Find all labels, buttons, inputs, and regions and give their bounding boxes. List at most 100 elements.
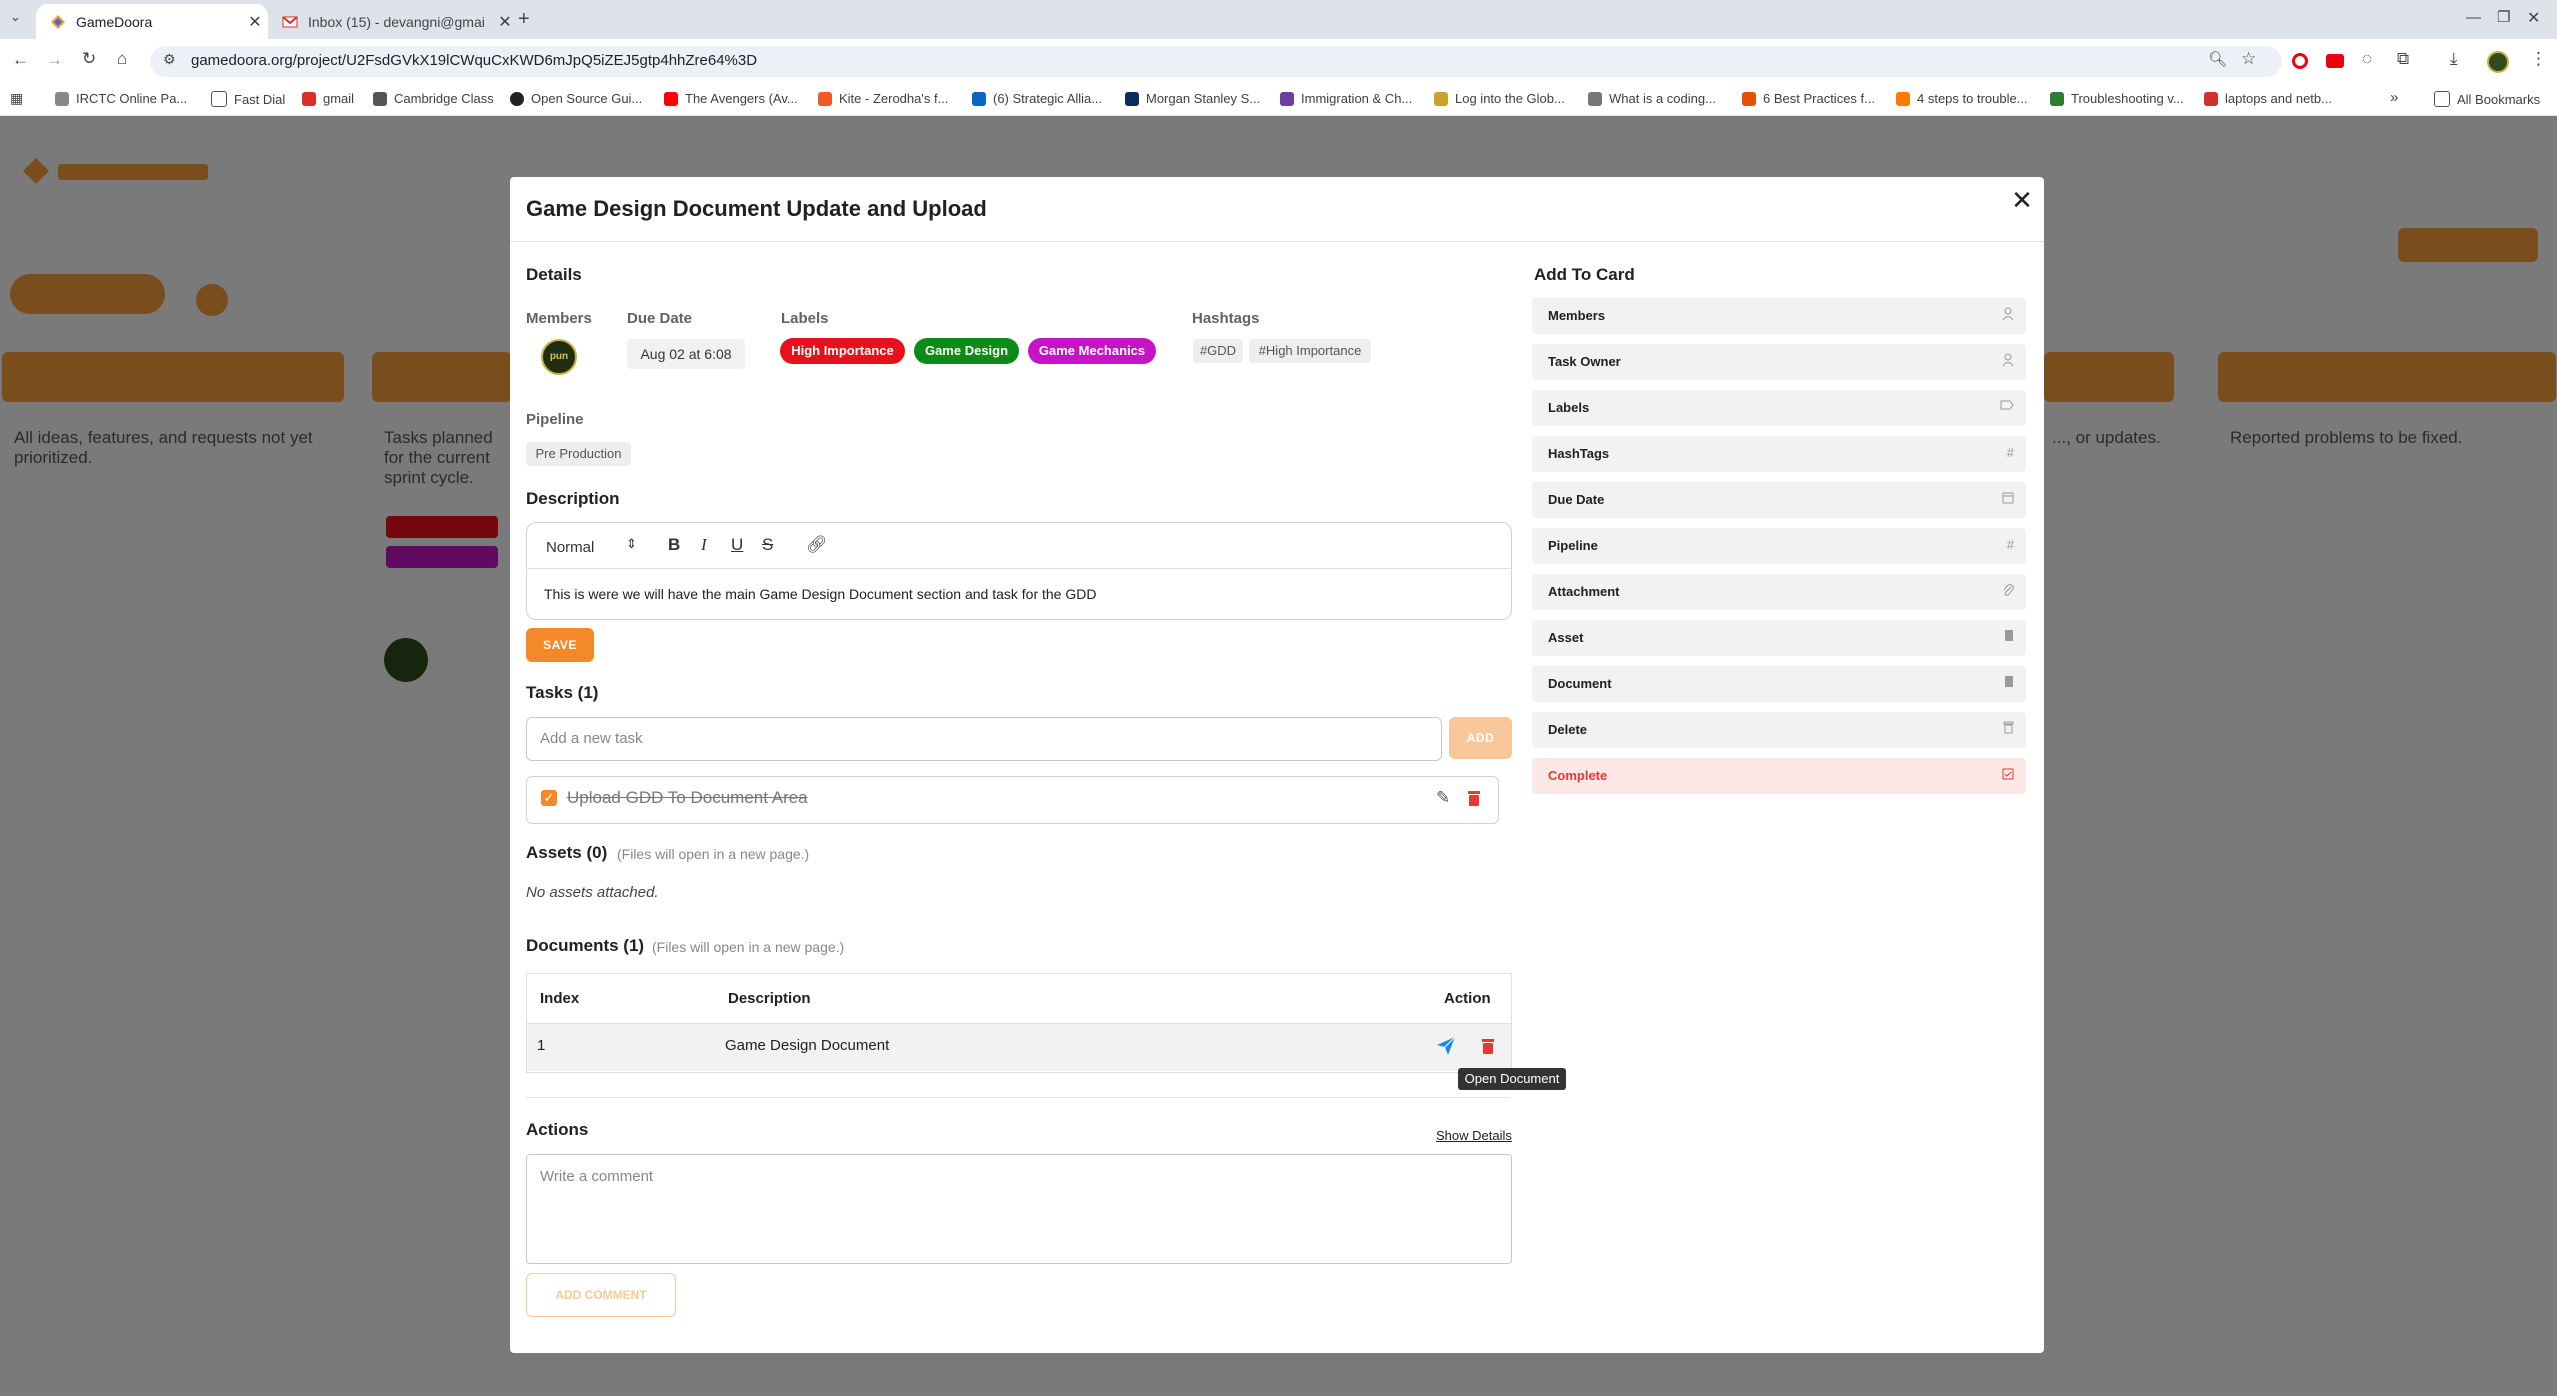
edit-task-icon[interactable]: ✎ xyxy=(1436,788,1450,808)
sidebar-item-labels[interactable]: Labels xyxy=(1532,390,2026,426)
add-to-card-heading: Add To Card xyxy=(1534,265,1635,284)
profile-avatar[interactable] xyxy=(2487,51,2509,73)
linkedin-icon xyxy=(972,91,986,106)
hashtag-chip[interactable]: #GDD xyxy=(1193,339,1243,363)
bookmark-item[interactable]: Troubleshooting v... xyxy=(2050,91,2184,106)
tab-inbox[interactable]: Inbox (15) - devangni@gmai ✕ xyxy=(268,4,518,39)
sidebar-item-complete[interactable]: Complete xyxy=(1532,758,2026,794)
sidebar-item-delete[interactable]: Delete xyxy=(1532,712,2026,748)
label-chip-high-importance[interactable]: High Importance xyxy=(780,338,905,364)
label-icon xyxy=(2000,399,2014,411)
sidebar-item-members[interactable]: Members xyxy=(1532,298,2026,334)
bookmark-item[interactable]: gmail xyxy=(302,91,354,106)
sidebar-item-asset[interactable]: Asset xyxy=(1532,620,2026,656)
bookmark-item[interactable]: (6) Strategic Allia... xyxy=(972,91,1102,106)
close-icon[interactable]: ✕ xyxy=(2008,186,2036,214)
new-task-placeholder: Add a new task xyxy=(540,730,643,747)
bookmark-item[interactable]: Immigration & Ch... xyxy=(1280,91,1412,106)
underline-icon[interactable]: U xyxy=(731,535,743,555)
strikethrough-icon[interactable]: S xyxy=(762,535,773,555)
chrome-menu-icon[interactable]: ⋮ xyxy=(2530,49,2547,69)
due-date-value[interactable]: Aug 02 at 6:08 xyxy=(627,339,745,369)
puzzle-extensions-icon[interactable]: ⧉ xyxy=(2397,49,2409,69)
reload-icon[interactable]: ↻ xyxy=(82,49,96,69)
minimize-icon[interactable]: — xyxy=(2466,9,2481,26)
task-text: Upload GDD To Document Area xyxy=(567,788,808,807)
bookmark-star-icon[interactable]: ☆ xyxy=(2241,49,2256,69)
sidebar-item-due-date[interactable]: Due Date xyxy=(1532,482,2026,518)
close-window-icon[interactable]: ✕ xyxy=(2527,8,2540,28)
delete-document-icon[interactable] xyxy=(1481,1037,1495,1055)
sidebar-item-pipeline[interactable]: Pipeline # xyxy=(1532,528,2026,564)
bookmark-folder[interactable]: Fast Dial xyxy=(211,91,285,107)
task-checkbox[interactable]: ✓ xyxy=(541,790,557,806)
bookmark-favicon-icon xyxy=(1280,91,1294,106)
recorder-extension-icon[interactable] xyxy=(2326,54,2344,68)
open-document-send-icon[interactable] xyxy=(1436,1036,1456,1056)
bookmark-favicon-icon xyxy=(2204,91,2218,106)
bookmarks-overflow-button[interactable]: » xyxy=(2390,89,2398,106)
italic-icon[interactable]: I xyxy=(701,535,707,555)
close-tab-icon[interactable]: ✕ xyxy=(242,12,268,32)
back-icon[interactable]: ← xyxy=(12,50,29,70)
label-chip-game-mechanics[interactable]: Game Mechanics xyxy=(1028,338,1156,364)
site-info-icon[interactable]: ⚙ xyxy=(163,51,176,68)
bookmark-item[interactable]: Cambridge Class xyxy=(373,91,494,106)
bookmark-item[interactable]: What is a coding... xyxy=(1588,91,1716,106)
tab-search-chevron-icon[interactable]: ⌄ xyxy=(10,9,21,25)
url-text[interactable]: gamedoora.org/project/U2FsdGVkX19lCWquCx… xyxy=(191,52,757,69)
bookmark-item[interactable]: Open Source Gui... xyxy=(510,91,642,106)
bookmark-favicon-icon xyxy=(2050,91,2064,106)
hashtag-chip[interactable]: #High Importance xyxy=(1249,339,1371,363)
opera-extension-icon[interactable] xyxy=(2292,53,2308,69)
bookmark-favicon-icon xyxy=(1896,91,1910,106)
new-task-input[interactable]: Add a new task xyxy=(526,717,1442,761)
add-task-button[interactable]: ADD xyxy=(1449,717,1512,759)
new-tab-icon[interactable]: + xyxy=(518,8,530,31)
bookmark-label: Immigration & Ch... xyxy=(1301,91,1413,106)
download-icon[interactable]: ⤓ xyxy=(2450,49,2458,69)
sidebar-item-hashtags[interactable]: HashTags # xyxy=(1532,436,2026,472)
delete-task-icon[interactable] xyxy=(1467,789,1481,807)
apps-grid-icon[interactable]: ▦ xyxy=(10,90,23,107)
link-icon[interactable]: 🔗︎ xyxy=(806,535,828,555)
forward-icon[interactable]: → xyxy=(46,50,63,70)
bookmark-item[interactable]: IRCTC Online Pa... xyxy=(55,91,187,106)
comment-textarea[interactable]: Write a comment xyxy=(526,1154,1512,1264)
label-chip-game-design[interactable]: Game Design xyxy=(914,338,1019,364)
comment-placeholder: Write a comment xyxy=(540,1168,654,1185)
tab-title: GameDoora xyxy=(76,13,153,30)
restore-icon[interactable]: ❐ xyxy=(2497,8,2510,26)
bookmark-item[interactable]: Kite - Zerodha's f... xyxy=(818,91,948,106)
text-format-select[interactable]: Normal xyxy=(546,539,594,556)
tab-gamedoora[interactable]: GameDoora ✕ xyxy=(36,4,268,39)
bookmark-item[interactable]: 6 Best Practices f... xyxy=(1742,91,1875,106)
bookmark-item[interactable]: The Avengers (Av... xyxy=(664,91,798,106)
show-details-link[interactable]: Show Details xyxy=(1436,1128,1512,1143)
member-avatar[interactable]: pun xyxy=(541,339,577,375)
bookmark-favicon-icon xyxy=(1588,91,1602,106)
close-tab-icon[interactable]: ✕ xyxy=(492,12,518,32)
description-text[interactable]: This is were we will have the main Game … xyxy=(544,586,1096,602)
bookmark-label: Troubleshooting v... xyxy=(2071,91,2184,106)
bold-icon[interactable]: B xyxy=(668,535,680,555)
gmail-favicon-icon xyxy=(282,14,298,30)
save-button[interactable]: SAVE xyxy=(526,628,594,662)
sidebar-item-task-owner[interactable]: Task Owner xyxy=(1532,344,2026,380)
bookmark-item[interactable]: 4 steps to trouble... xyxy=(1896,91,2028,106)
bookmark-item[interactable]: laptops and netb... xyxy=(2204,91,2332,106)
all-bookmarks-button[interactable]: All Bookmarks xyxy=(2434,91,2540,107)
add-comment-button[interactable]: ADD COMMENT xyxy=(526,1273,676,1317)
bookmark-label: (6) Strategic Allia... xyxy=(993,91,1103,106)
hash-icon: # xyxy=(2006,537,2014,552)
bookmark-item[interactable]: Morgan Stanley S... xyxy=(1125,91,1260,106)
sidebar-item-attachment[interactable]: Attachment xyxy=(1532,574,2026,610)
bookmark-item[interactable]: Log into the Glob... xyxy=(1434,91,1565,106)
paperclip-icon xyxy=(2002,583,2014,597)
pipeline-chip[interactable]: Pre Production xyxy=(526,442,631,466)
sidebar-item-document[interactable]: Document xyxy=(1532,666,2026,702)
zoom-icon[interactable]: 🔍︎ xyxy=(2208,50,2227,68)
format-select-arrows-icon[interactable]: ⇕ xyxy=(626,536,637,552)
extension-icon[interactable]: ◌ xyxy=(2362,49,2372,69)
home-icon[interactable]: ⌂ xyxy=(117,49,127,69)
